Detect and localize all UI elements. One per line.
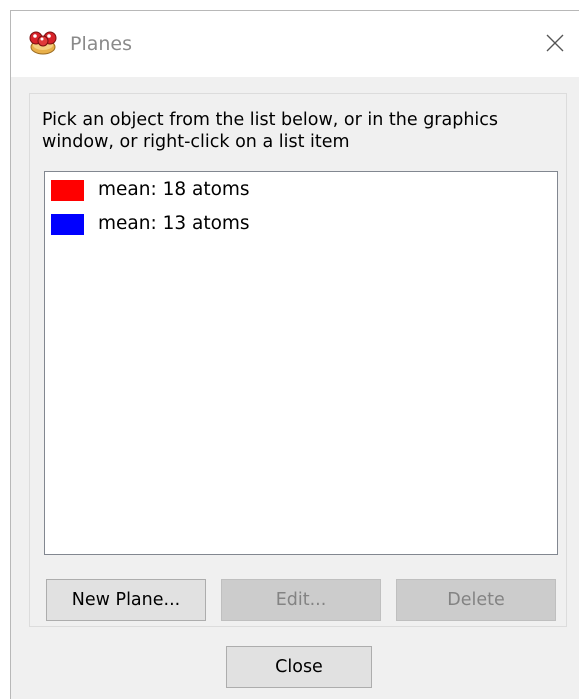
plane-label: mean: 13 atoms [98, 213, 250, 234]
chimera-icon [29, 31, 57, 55]
delete-button[interactable]: Delete [396, 579, 556, 621]
instructions-text: Pick an object from the list below, or i… [42, 110, 499, 152]
planes-panel: Pick an object from the list below, or i… [29, 93, 567, 627]
list-item[interactable]: mean: 18 atoms [51, 175, 551, 205]
title-bar: Planes [11, 11, 579, 77]
window-title: Planes [70, 33, 133, 55]
color-swatch [51, 213, 84, 235]
planes-dialog: Planes Pick an object from the list belo… [10, 10, 579, 699]
close-icon[interactable] [543, 31, 567, 55]
close-button[interactable]: Close [226, 646, 372, 688]
planes-list[interactable]: mean: 18 atoms mean: 13 atoms [44, 171, 558, 555]
color-swatch [51, 179, 84, 201]
plane-label: mean: 18 atoms [98, 179, 250, 200]
edit-button[interactable]: Edit... [221, 579, 381, 621]
new-plane-button[interactable]: New Plane... [46, 579, 206, 621]
list-item[interactable]: mean: 13 atoms [51, 209, 551, 239]
